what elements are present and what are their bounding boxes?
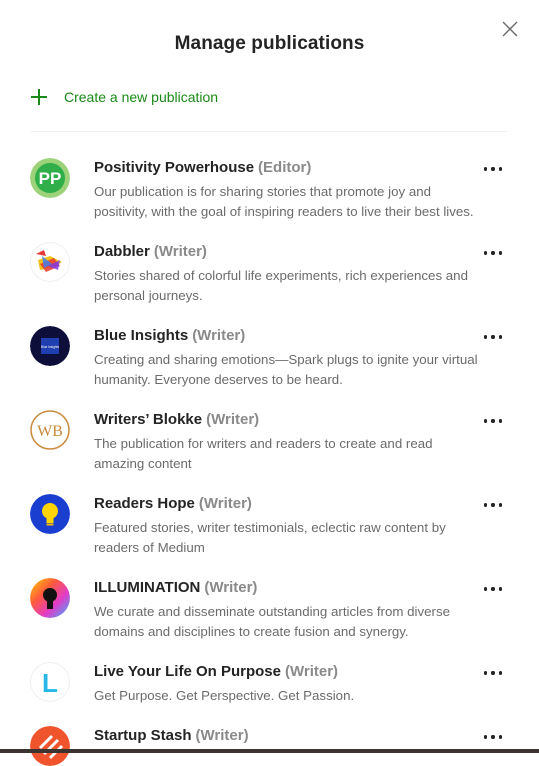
more-options-icon[interactable] xyxy=(484,166,502,172)
publication-name: Readers Hope xyxy=(94,495,195,512)
modal-title: Manage publications xyxy=(174,33,365,54)
create-publication-label: Create a new publication xyxy=(64,89,219,105)
publication-name: Live Your Life On Purpose xyxy=(94,663,281,680)
publication-role: (Writer) xyxy=(206,411,260,428)
svg-text:PP: PP xyxy=(39,169,62,188)
publication-role: (Writer) xyxy=(198,495,252,512)
publication-logo-dabbler xyxy=(30,242,70,282)
create-publication-button[interactable]: Create a new publication xyxy=(30,88,218,106)
publication-description: We curate and disseminate outstanding ar… xyxy=(94,604,450,639)
publication-description: The publication for writers and readers … xyxy=(94,436,433,471)
publication-logo-startup-stash xyxy=(30,726,70,766)
publication-logo-illumination xyxy=(30,578,70,618)
publication-logo-writers-blokke: WB xyxy=(30,410,70,450)
publication-name: Writers’ Blokke xyxy=(94,411,203,428)
more-options-icon[interactable] xyxy=(484,734,502,740)
publication-name: ILLUMINATION xyxy=(94,579,201,596)
publication-role: (Writer) xyxy=(192,327,246,344)
more-options-icon[interactable] xyxy=(484,334,502,340)
divider xyxy=(30,131,507,132)
publication-name: Blue Insights xyxy=(94,327,189,344)
backdrop-edge xyxy=(0,749,539,753)
publication-name: Startup Stash xyxy=(94,727,192,744)
publication-role: (Writer) xyxy=(284,663,339,680)
svg-text:Blue Insights: Blue Insights xyxy=(41,345,60,349)
publication-role: (Writer) xyxy=(153,243,207,260)
publication-name: Positivity Powerhouse xyxy=(94,159,255,176)
svg-text:L: L xyxy=(42,668,58,698)
more-options-icon[interactable] xyxy=(484,250,502,256)
publication-role: (Writer) xyxy=(204,579,258,596)
more-options-icon[interactable] xyxy=(484,670,502,676)
publication-description: Featured stories, writer testimonials, e… xyxy=(94,520,446,555)
manage-publications-modal: Manage publications Create a new publica… xyxy=(0,0,539,766)
publication-description: Creating and sharing emotions—Spark plug… xyxy=(94,352,478,387)
publication-description: Get Purpose. Get Perspective. Get Passio… xyxy=(94,688,355,703)
plus-icon xyxy=(30,88,48,106)
more-options-icon[interactable] xyxy=(484,502,502,508)
publication-name: Dabbler xyxy=(94,243,150,260)
publication-logo-readers-hope xyxy=(30,494,70,534)
publication-logo-blue-insights: Blue Insights xyxy=(30,326,70,366)
svg-text:WB: WB xyxy=(37,423,63,440)
publication-logo-live-your-life-on-purpose: L xyxy=(30,662,70,702)
more-options-icon[interactable] xyxy=(484,586,502,592)
publication-description: Stories shared of colorful life experime… xyxy=(94,268,468,303)
publication-role: (Writer) xyxy=(195,727,249,744)
lightbulb-icon xyxy=(30,494,70,534)
publication-role: (Editor) xyxy=(258,159,312,176)
publication-logo-positivity-powerhouse: PP xyxy=(30,158,70,198)
more-options-icon[interactable] xyxy=(484,418,502,424)
publication-description: Our publication is for sharing stories t… xyxy=(94,184,474,219)
